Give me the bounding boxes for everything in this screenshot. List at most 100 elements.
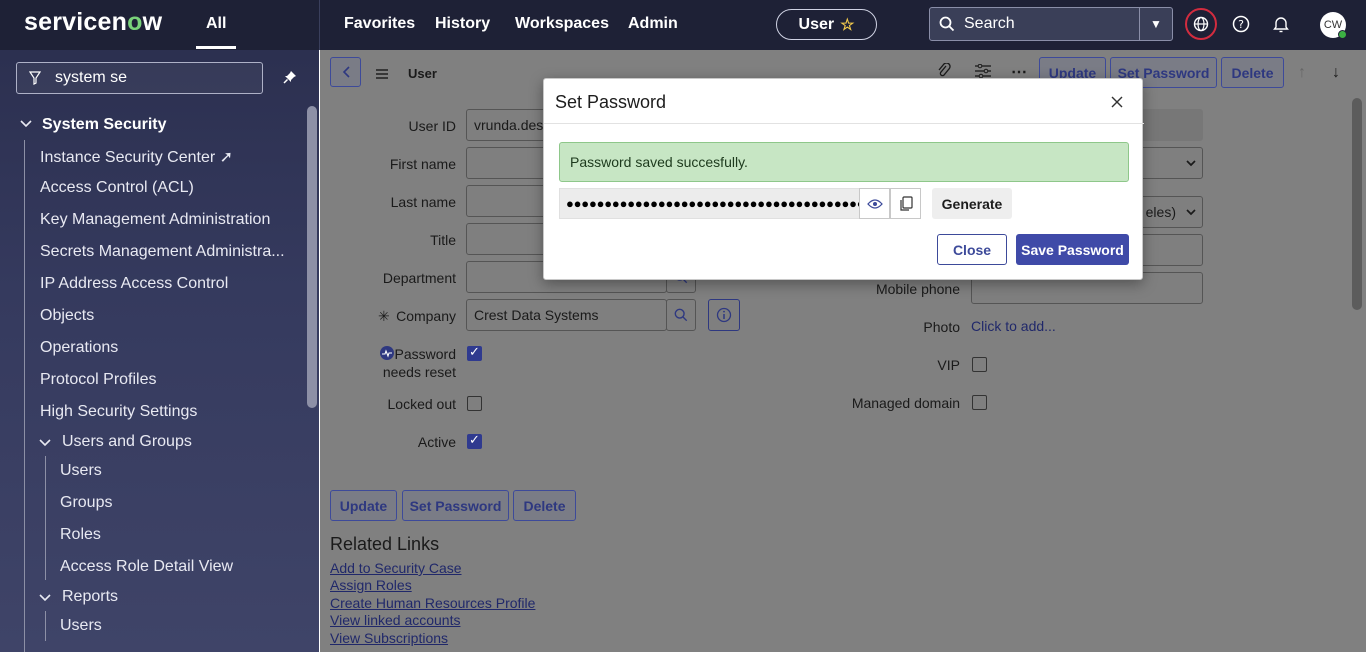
close-button[interactable]: Close — [937, 234, 1007, 265]
label-active: Active — [417, 434, 456, 450]
search-label: Search — [964, 15, 1015, 32]
globe-icon[interactable] — [1185, 8, 1217, 40]
sidebar-section-reports[interactable]: Reports — [62, 588, 118, 606]
chevron-down-icon[interactable] — [20, 117, 32, 131]
external-link-icon: ➚ — [219, 149, 234, 166]
arrow-up-icon[interactable]: ↑ — [1298, 64, 1306, 82]
pin-icon[interactable] — [283, 70, 297, 89]
locked-out-checkbox[interactable] — [467, 396, 482, 411]
company-lookup-button[interactable] — [666, 299, 696, 331]
sidebar-item-objects[interactable]: Objects — [40, 307, 94, 325]
label-photo: Photo — [923, 319, 960, 335]
show-password-button[interactable] — [859, 188, 890, 219]
active-checkbox[interactable] — [467, 432, 482, 449]
user-context-pill[interactable]: User ☆ — [776, 9, 877, 40]
copy-password-button[interactable] — [890, 188, 921, 219]
chevron-down-icon — [1186, 208, 1196, 215]
dialog-divider — [544, 123, 1144, 124]
sidebar-item-access-role-detail-view[interactable]: Access Role Detail View — [60, 558, 233, 576]
sidebar-item-high-security-settings[interactable]: High Security Settings — [40, 403, 197, 421]
save-password-button[interactable]: Save Password — [1016, 234, 1129, 265]
servicenow-logo[interactable]: servicenow — [24, 8, 162, 37]
password-field[interactable]: ●●●●●●●●●●●●●●●●●●●●●●●●●●●●●●●●●●●●●●●● — [559, 188, 860, 219]
label-user-id: User ID — [408, 118, 456, 134]
delete-button-bottom[interactable]: Delete — [513, 490, 576, 521]
related-link-view-linked-accounts[interactable]: View linked accounts — [330, 612, 460, 628]
bell-icon[interactable] — [1269, 12, 1293, 36]
chevron-down-icon[interactable] — [39, 436, 51, 450]
sidebar-item-users[interactable]: Users — [60, 462, 102, 480]
star-icon[interactable]: ☆ — [840, 15, 854, 35]
label-department: Department — [382, 270, 456, 286]
chevron-down-icon[interactable] — [39, 591, 51, 605]
top-header: servicenow All Favorites History Workspa… — [0, 0, 1366, 50]
sidebar-item-reports-users[interactable]: Users — [60, 617, 102, 635]
sidebar-item-instance-security-center[interactable]: Instance Security Center ➚ — [40, 147, 233, 167]
company-field[interactable]: Crest Data Systems — [466, 299, 667, 331]
success-alert: Password saved succesfully. — [559, 142, 1129, 182]
title-field[interactable] — [466, 223, 546, 255]
nav-favorites[interactable]: Favorites — [344, 15, 415, 33]
user-id-field[interactable]: vrunda.desa — [466, 109, 546, 141]
main-scrollbar[interactable] — [1352, 98, 1362, 310]
avatar[interactable]: CW — [1320, 12, 1347, 39]
nav-workspaces[interactable]: Workspaces — [515, 15, 609, 33]
vip-checkbox[interactable] — [972, 357, 987, 372]
sidebar-item-roles[interactable]: Roles — [60, 526, 101, 544]
related-link-create-hr-profile[interactable]: Create Human Resources Profile — [330, 595, 535, 611]
set-password-button-bottom[interactable]: Set Password — [402, 490, 509, 521]
nav-history[interactable]: History — [435, 15, 490, 33]
generate-password-button[interactable]: Generate — [932, 188, 1012, 219]
sidebar-section-users-groups[interactable]: Users and Groups — [62, 433, 192, 451]
online-status-dot — [1338, 30, 1347, 39]
arrow-down-icon[interactable]: ↓ — [1332, 64, 1340, 82]
nav-admin[interactable]: Admin — [628, 15, 678, 33]
dialog-title: Set Password — [555, 92, 667, 112]
filter-icon — [29, 71, 41, 85]
tree-line — [45, 611, 46, 641]
user-pill-label: User — [798, 15, 835, 33]
back-button[interactable] — [330, 57, 361, 87]
sidebar-scrollbar[interactable] — [307, 106, 317, 408]
sidebar-item-ip-access-control[interactable]: IP Address Access Control — [40, 275, 228, 293]
search-dropdown-icon[interactable]: ▼ — [1139, 8, 1172, 40]
last-name-field[interactable] — [466, 185, 546, 217]
first-name-field[interactable] — [466, 147, 546, 179]
sidebar-section-system-security[interactable]: System Security — [42, 116, 167, 134]
sidebar-item-groups[interactable]: Groups — [60, 494, 112, 512]
sidebar-item-access-control[interactable]: Access Control (ACL) — [40, 179, 194, 197]
header-divider — [319, 0, 320, 50]
form-title: User — [408, 66, 437, 81]
set-password-dialog: Set Password Password saved succesfully.… — [543, 78, 1144, 280]
related-link-view-subscriptions[interactable]: View Subscriptions — [330, 630, 448, 646]
label-company: Company — [396, 308, 456, 324]
global-search[interactable]: Search ▼ — [929, 7, 1173, 41]
label-password-needs-reset-2: needs reset — [382, 364, 456, 380]
tree-line — [24, 140, 25, 652]
related-link-add-to-security-case[interactable]: Add to Security Case — [330, 560, 462, 576]
sidebar-item-operations[interactable]: Operations — [40, 339, 118, 357]
sidebar-item-protocol-profiles[interactable]: Protocol Profiles — [40, 371, 157, 389]
delete-button-top[interactable]: Delete — [1221, 57, 1284, 88]
managed-domain-checkbox[interactable] — [972, 395, 987, 410]
help-icon[interactable]: ? — [1229, 12, 1253, 36]
close-icon[interactable] — [1108, 93, 1126, 111]
all-menu-tab[interactable]: All — [206, 15, 226, 33]
related-link-assign-roles[interactable]: Assign Roles — [330, 577, 412, 593]
select-partial-value: eles) — [1145, 204, 1176, 220]
label-title: Title — [430, 232, 456, 248]
company-info-button[interactable] — [708, 299, 740, 331]
label-last-name: Last name — [390, 194, 456, 210]
label-password-needs-reset-1: Password — [394, 346, 456, 362]
all-tab-underline — [196, 46, 236, 49]
password-needs-reset-checkbox[interactable] — [467, 344, 482, 361]
sidebar-item-key-management[interactable]: Key Management Administration — [40, 211, 270, 229]
navigator-filter-input[interactable]: system se — [16, 62, 263, 94]
update-button-bottom[interactable]: Update — [330, 490, 397, 521]
hamburger-icon[interactable] — [376, 66, 388, 84]
photo-click-to-add-link[interactable]: Click to add... — [971, 318, 1056, 334]
label-vip: VIP — [937, 357, 960, 373]
copy-icon — [899, 195, 913, 211]
search-icon — [930, 16, 964, 32]
sidebar-item-secrets-management[interactable]: Secrets Management Administra... — [40, 243, 285, 261]
